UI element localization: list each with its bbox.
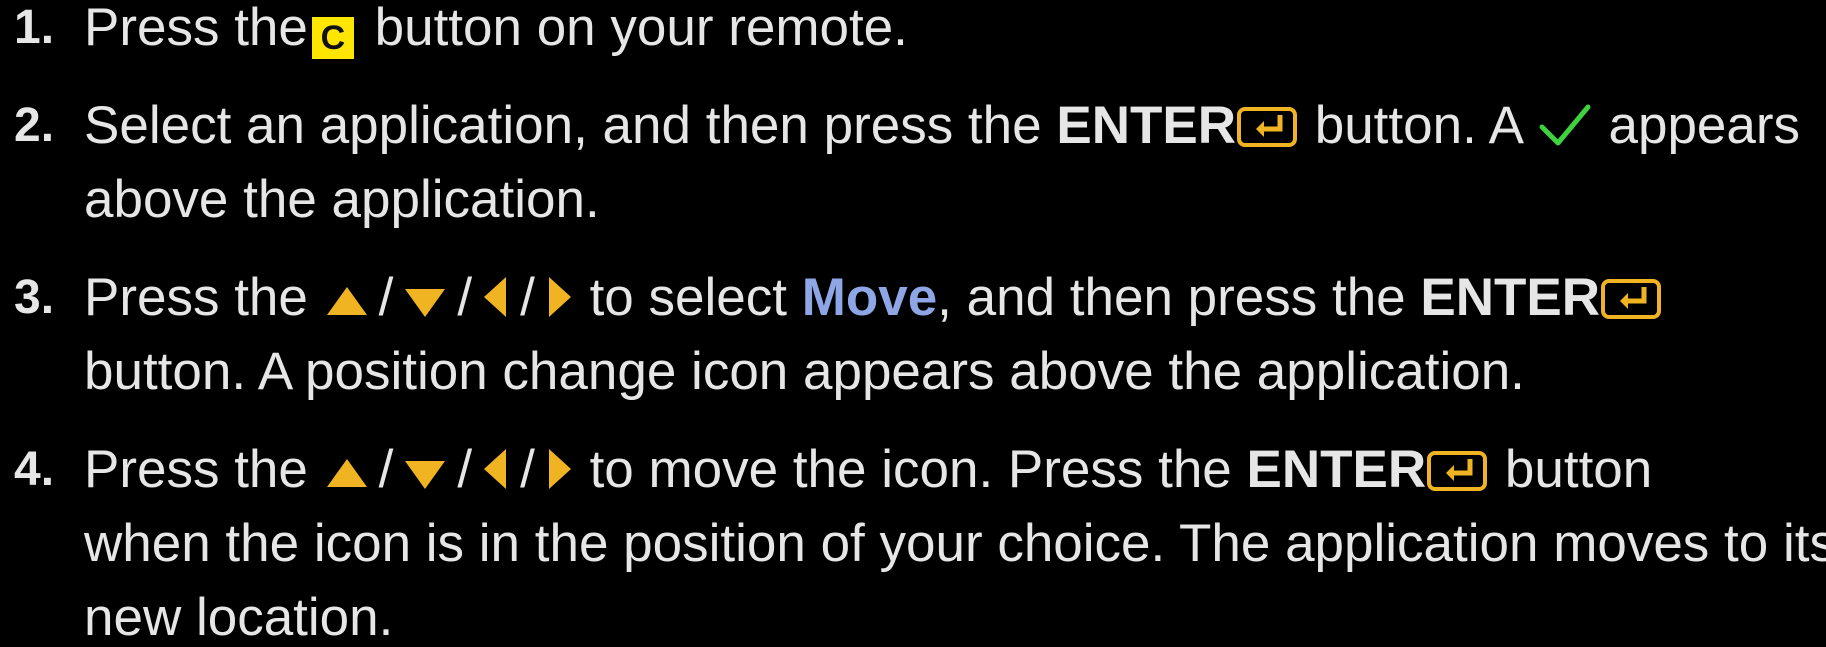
enter-icon (1600, 276, 1664, 332)
step-4-line-2: when the icon is in the position of your… (84, 516, 1826, 572)
separator: / (457, 440, 473, 499)
arrow-left-icon (480, 273, 512, 332)
step-text: , and then press the (937, 268, 1406, 327)
separator: / (457, 268, 473, 327)
separator: / (520, 268, 535, 327)
step-number: 3. (14, 271, 55, 324)
enter-label: ENTER (1420, 268, 1601, 327)
step-text: button on your remote. (374, 0, 908, 57)
separator: / (378, 440, 394, 499)
step-text: Press the (84, 0, 308, 57)
arrow-right-icon (543, 273, 575, 332)
step-2-line-2: above the application. (84, 172, 600, 228)
separator: / (520, 440, 535, 499)
step-text: new location. (84, 588, 394, 647)
enter-label: ENTER (1056, 96, 1236, 155)
c-key-icon: C (311, 17, 354, 59)
move-label: Move (801, 268, 938, 327)
step-text: appears (1608, 96, 1801, 155)
step-number: 4. (14, 443, 55, 496)
step-3-line-1: Press the / / / to select Move, and then p… (84, 270, 1664, 332)
step-number: 1. (14, 1, 55, 54)
step-4-line-1: Press the / / / to move the icon. Press th… (84, 442, 1652, 504)
step-text: button (1504, 440, 1653, 499)
step-4-line-3: new location. (84, 590, 393, 646)
step-text: when the icon is in the position of your… (84, 514, 1826, 573)
enter-icon (1426, 448, 1490, 504)
step-number: 2. (14, 99, 55, 152)
step-text: button. A position change icon appears a… (84, 342, 1525, 401)
step-text: Press the (84, 268, 308, 327)
enter-icon (1236, 104, 1300, 160)
step-text: button. A (1314, 96, 1522, 155)
step-3-line-2: button. A position change icon appears a… (84, 344, 1525, 400)
arrow-down-icon (401, 276, 449, 332)
arrow-down-icon (401, 448, 449, 504)
check-icon (1536, 101, 1594, 160)
arrow-left-icon (480, 445, 512, 504)
enter-label: ENTER (1246, 440, 1427, 499)
step-text: to move the icon. Press the (589, 440, 1232, 499)
step-text: to select (589, 268, 787, 327)
arrow-up-icon (323, 276, 371, 332)
step-2-line-1: Select an application, and then press th… (84, 98, 1800, 160)
separator: / (378, 268, 394, 327)
arrow-up-icon (323, 448, 371, 504)
step-text: Press the (84, 440, 308, 499)
arrow-right-icon (543, 445, 575, 504)
step-text: Select an application, and then press th… (84, 96, 1042, 155)
step-text: above the application. (84, 170, 600, 229)
step-1-line-1: Press the C button on your remote. (84, 0, 908, 59)
